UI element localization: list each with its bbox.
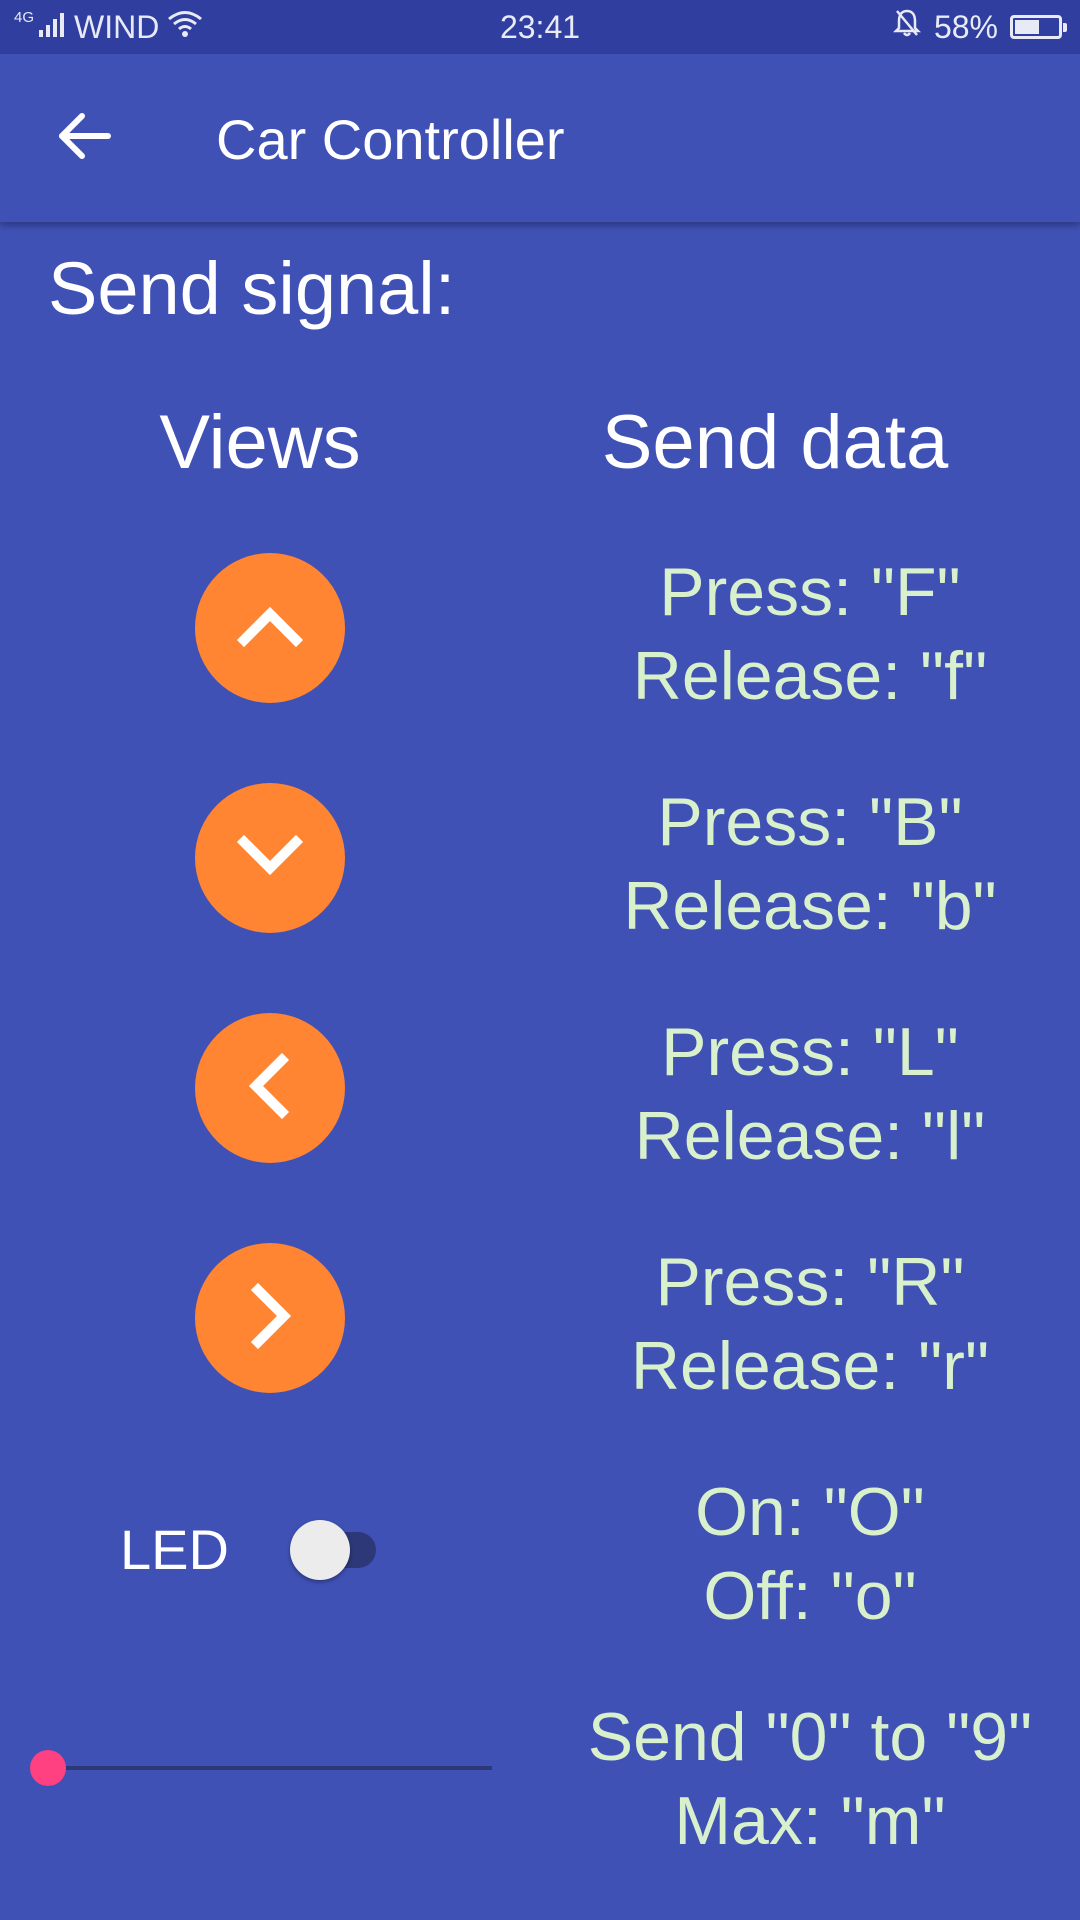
led-label: LED xyxy=(120,1518,229,1581)
left-data: Press: "L" Release: "l" xyxy=(560,1010,1060,1178)
carrier-name: WIND xyxy=(74,8,160,45)
app-title: Car Controller xyxy=(216,108,565,171)
network-type: 4G xyxy=(14,8,35,26)
forward-press-text: Press: "F" xyxy=(659,554,961,630)
battery-fill xyxy=(1015,20,1039,34)
battery-icon xyxy=(1010,15,1067,39)
section-title: Send signal: xyxy=(48,247,456,330)
backward-data: Press: "B" Release: "b" xyxy=(560,780,1060,948)
led-on-text: On: "O" xyxy=(695,1474,925,1550)
wifi-icon xyxy=(167,9,203,46)
right-button[interactable] xyxy=(195,1243,345,1393)
alarm-bell-icon xyxy=(892,8,922,46)
back-button[interactable] xyxy=(44,98,124,178)
status-bar: 4G WIND 23:41 58% xyxy=(0,0,1080,54)
led-data: On: "O" Off: "o" xyxy=(560,1470,1060,1638)
left-press-text: Press: "L" xyxy=(661,1014,959,1090)
speed-slider-track[interactable] xyxy=(48,1766,492,1770)
battery-percent: 58% xyxy=(933,8,998,45)
slider-data: Send "0" to "9" Max: "m" xyxy=(560,1695,1060,1863)
column-header-send-data: Send data xyxy=(601,400,949,485)
arrow-left-icon xyxy=(56,111,112,166)
status-bar-left: 4G WIND xyxy=(14,0,203,54)
right-press-text: Press: "R" xyxy=(655,1244,965,1320)
chevron-up-icon xyxy=(230,586,310,671)
status-bar-right: 58% xyxy=(892,0,1067,54)
speed-slider[interactable] xyxy=(30,1746,492,1790)
forward-release-text: Release: "f" xyxy=(632,638,988,714)
forward-button[interactable] xyxy=(195,553,345,703)
right-data: Press: "R" Release: "r" xyxy=(560,1240,1060,1408)
signal-icon xyxy=(38,9,66,46)
column-header-views: Views xyxy=(159,400,361,485)
chevron-down-icon xyxy=(230,816,310,901)
app-bar: Car Controller xyxy=(0,54,1080,222)
chevron-right-icon xyxy=(230,1276,310,1361)
speed-slider-thumb[interactable] xyxy=(30,1750,66,1786)
backward-release-text: Release: "b" xyxy=(623,868,997,944)
led-switch-thumb[interactable] xyxy=(290,1520,350,1580)
forward-data: Press: "F" Release: "f" xyxy=(560,550,1060,718)
backward-button[interactable] xyxy=(195,783,345,933)
slider-range-text: Send "0" to "9" xyxy=(587,1699,1033,1775)
chevron-left-icon xyxy=(230,1046,310,1131)
slider-max-text: Max: "m" xyxy=(674,1783,946,1859)
left-button[interactable] xyxy=(195,1013,345,1163)
right-release-text: Release: "r" xyxy=(630,1328,990,1404)
backward-press-text: Press: "B" xyxy=(657,784,963,860)
left-release-text: Release: "l" xyxy=(634,1098,986,1174)
led-switch[interactable] xyxy=(290,1518,390,1582)
led-off-text: Off: "o" xyxy=(703,1558,917,1634)
